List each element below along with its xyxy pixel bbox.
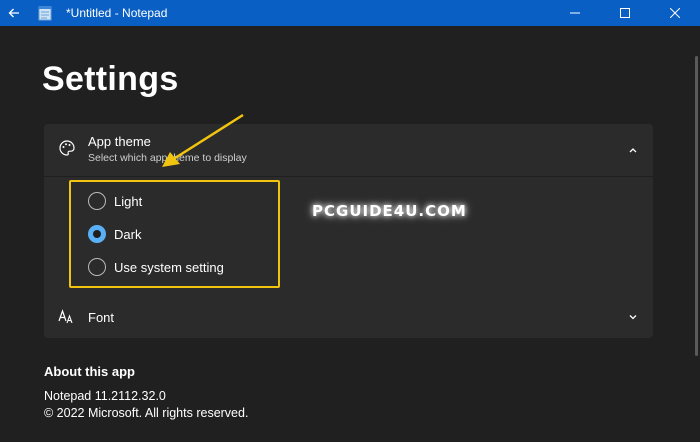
maximize-icon <box>620 8 630 18</box>
minimize-icon <box>570 12 580 14</box>
window-controls <box>550 0 700 26</box>
minimize-button[interactable] <box>550 0 600 26</box>
close-button[interactable] <box>650 0 700 26</box>
chevron-down-icon[interactable] <box>627 311 639 323</box>
settings-page: Settings App theme Select which app them… <box>0 26 700 442</box>
watermark-text: PCGUIDE4U.COM <box>312 202 467 220</box>
radio-button-selected[interactable] <box>88 225 106 243</box>
card-divider <box>44 176 653 177</box>
app-theme-card: App theme Select which app theme to disp… <box>44 124 653 316</box>
about-version: Notepad 11.2112.32.0 <box>44 389 166 403</box>
back-arrow-icon <box>8 8 19 18</box>
annotation-arrow-icon <box>162 113 244 167</box>
about-heading: About this app <box>44 364 135 379</box>
title-bar: *Untitled - Notepad <box>0 0 700 26</box>
chevron-up-icon[interactable] <box>627 144 639 156</box>
app-theme-title: App theme <box>88 134 151 149</box>
radio-option-dark[interactable]: Dark <box>88 223 141 245</box>
notepad-app-icon <box>38 6 52 21</box>
maximize-button[interactable] <box>600 0 650 26</box>
page-title: Settings <box>42 60 179 98</box>
radio-label: Dark <box>114 226 142 242</box>
radio-button[interactable] <box>88 192 106 210</box>
window-title: *Untitled - Notepad <box>66 6 168 20</box>
radio-label: Light <box>114 193 143 209</box>
radio-button[interactable] <box>88 258 106 276</box>
radio-label: Use system setting <box>114 259 224 275</box>
radio-option-system[interactable]: Use system setting <box>88 256 224 278</box>
scrollbar[interactable] <box>695 56 698 356</box>
about-copyright: © 2022 Microsoft. All rights reserved. <box>44 406 249 420</box>
back-button[interactable] <box>0 0 28 26</box>
radio-option-light[interactable]: Light <box>88 190 142 212</box>
palette-icon <box>59 140 75 156</box>
font-title: Font <box>88 310 115 325</box>
font-card[interactable]: Font <box>44 296 653 338</box>
font-icon <box>58 309 73 324</box>
close-icon <box>670 8 680 18</box>
app-theme-header[interactable]: App theme Select which app theme to disp… <box>44 124 653 176</box>
